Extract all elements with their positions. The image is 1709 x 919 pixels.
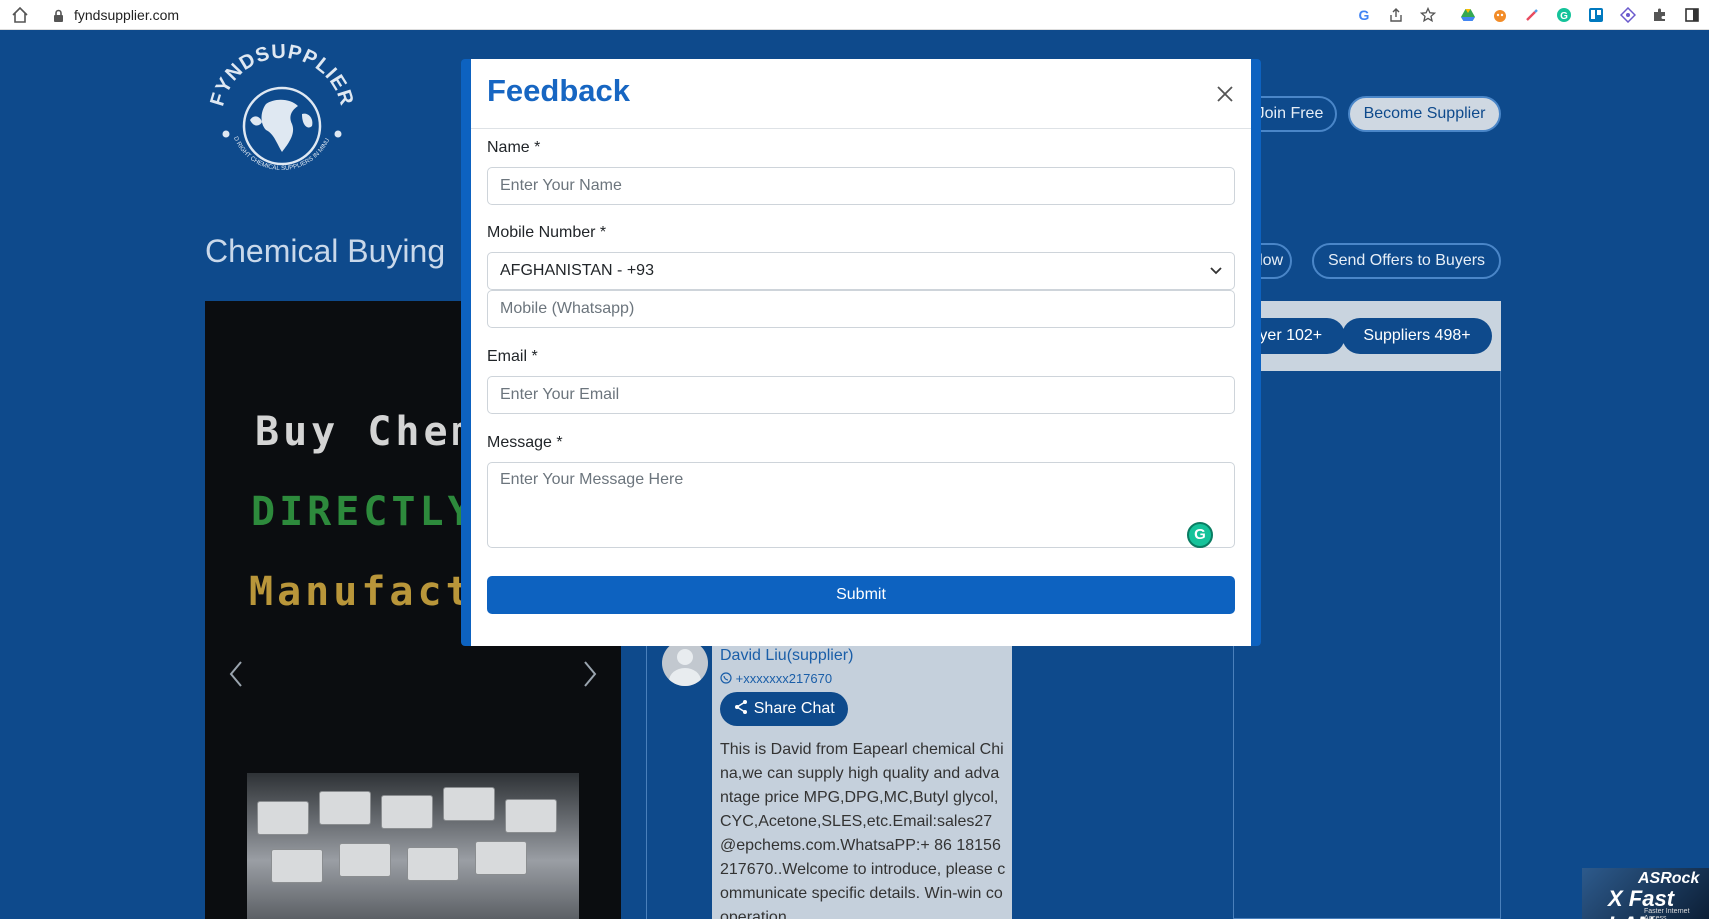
page-title: Chemical Buying xyxy=(205,233,446,269)
side-panel-icon[interactable] xyxy=(1681,4,1703,26)
grammarly-extension-icon[interactable]: G xyxy=(1553,4,1575,26)
carousel-next-icon[interactable] xyxy=(581,659,599,697)
phone-number: +xxxxxxx217670 xyxy=(735,671,833,686)
google-icon[interactable]: G xyxy=(1353,4,1375,26)
extensions-puzzle-icon[interactable] xyxy=(1649,4,1671,26)
mobile-label: Mobile Number * xyxy=(487,224,607,241)
send-offers-button[interactable]: Send Offers to Buyers xyxy=(1312,243,1501,279)
banner-line-2: DIRECTLY xyxy=(251,489,476,535)
country-code-select[interactable]: AFGHANISTAN - +93 xyxy=(487,252,1235,290)
home-icon[interactable] xyxy=(9,4,31,26)
extension-orange-icon[interactable] xyxy=(1489,4,1511,26)
whatsapp-icon xyxy=(720,672,732,684)
banner-photo xyxy=(247,773,579,919)
bookmark-star-icon[interactable] xyxy=(1417,4,1439,26)
share-icon[interactable] xyxy=(1385,4,1407,26)
stats-panel xyxy=(1233,301,1501,919)
trello-icon[interactable] xyxy=(1585,4,1607,26)
email-input[interactable] xyxy=(487,376,1235,414)
fyndsupplier-logo[interactable]: FYNDSUPPLIER FIND RIGHT CHEMICAL SUPPLIE… xyxy=(202,33,360,194)
color-picker-icon[interactable] xyxy=(1521,4,1543,26)
chat-sender-name[interactable]: David Liu(supplier) xyxy=(720,647,853,665)
avatar xyxy=(662,640,708,686)
chevron-down-icon xyxy=(1208,253,1224,289)
lock-icon[interactable] xyxy=(53,8,64,22)
message-textarea[interactable] xyxy=(487,462,1235,548)
share-nodes-icon xyxy=(735,700,748,714)
submit-button[interactable]: Submit xyxy=(487,576,1235,614)
country-code-value: AFGHANISTAN - +93 xyxy=(500,262,654,279)
stats-panel-header: Buyer 102+ Suppliers 498+ xyxy=(1217,301,1501,371)
svg-text:G: G xyxy=(1560,11,1568,22)
feedback-modal: Feedback Name * Mobile Number * AFGHANIS… xyxy=(471,59,1251,646)
suppliers-count-badge[interactable]: Suppliers 498+ xyxy=(1342,318,1492,354)
modal-header: Feedback xyxy=(471,59,1251,129)
diamond-extension-icon[interactable] xyxy=(1617,4,1639,26)
banner-line-1: Buy Chem xyxy=(255,409,480,455)
close-icon[interactable] xyxy=(1213,82,1237,106)
browser-toolbar: fyndsupplier.com G G xyxy=(0,0,1709,30)
share-chat-button[interactable]: Share Chat xyxy=(720,692,848,726)
mobile-input[interactable] xyxy=(487,290,1235,328)
share-chat-label: Share Chat xyxy=(753,700,835,717)
svg-text:FYNDSUPPLIER: FYNDSUPPLIER xyxy=(206,41,357,109)
email-label: Email * xyxy=(487,348,538,365)
banner-line-3: Manufact xyxy=(249,569,474,615)
message-label: Message * xyxy=(487,434,563,451)
name-input[interactable] xyxy=(487,167,1235,205)
name-label: Name * xyxy=(487,139,541,156)
address-bar-url[interactable]: fyndsupplier.com xyxy=(74,5,179,25)
svg-text:G: G xyxy=(1359,7,1370,23)
asrock-ad-badge[interactable]: ASRock X Fast LAN Faster Internet Access xyxy=(1582,868,1709,919)
grammarly-icon[interactable]: G xyxy=(1187,522,1213,548)
become-supplier-button[interactable]: Become Supplier xyxy=(1348,96,1501,132)
chat-message-text: This is David from Eapearl chemical Chin… xyxy=(720,741,1006,919)
modal-title: Feedback xyxy=(487,73,631,108)
carousel-prev-icon[interactable] xyxy=(227,659,245,697)
google-drive-icon[interactable] xyxy=(1457,4,1479,26)
ad-tagline: Faster Internet Access xyxy=(1644,908,1690,919)
chat-sender-phone[interactable]: +xxxxxxx217670 xyxy=(720,671,832,686)
